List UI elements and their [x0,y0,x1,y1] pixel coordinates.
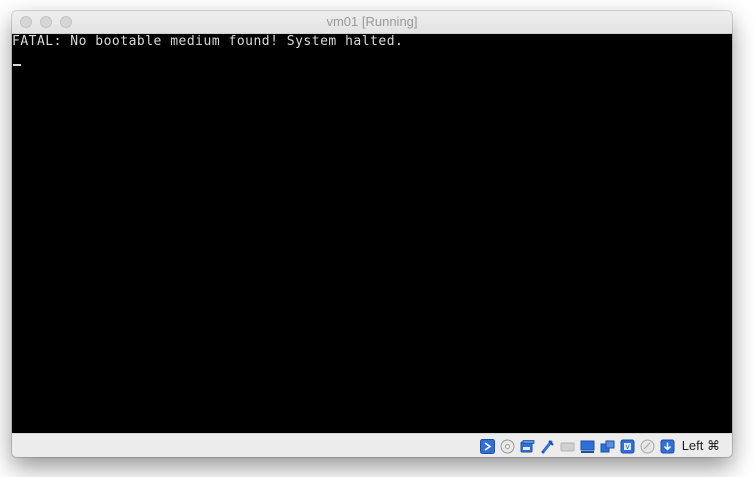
shared-folders-icon[interactable] [560,438,576,454]
boot-error-message: FATAL: No bootable medium found! System … [12,34,404,49]
vm-screen[interactable]: FATAL: No bootable medium found! System … [12,34,732,433]
display-icon[interactable] [580,438,596,454]
vm-window: vm01 [Running] FATAL: No bootable medium… [12,11,732,457]
network-icon[interactable] [600,438,616,454]
storage-icon[interactable] [480,438,496,454]
host-key-label[interactable]: Left ⌘ [682,438,720,454]
status-icons: V Left ⌘ [480,437,720,455]
window-title: vm01 [Running] [326,14,418,29]
cpu-icon[interactable]: V [620,438,636,454]
text-cursor [13,64,21,66]
title-bar[interactable]: vm01 [Running] [12,11,732,34]
recording-icon[interactable] [640,438,656,454]
mouse-integration-icon[interactable] [660,438,676,454]
optical-drive-icon[interactable] [500,438,516,454]
usb-icon[interactable] [540,438,556,454]
status-bar: V Left ⌘ [12,433,732,457]
floppy-icon[interactable] [520,438,536,454]
